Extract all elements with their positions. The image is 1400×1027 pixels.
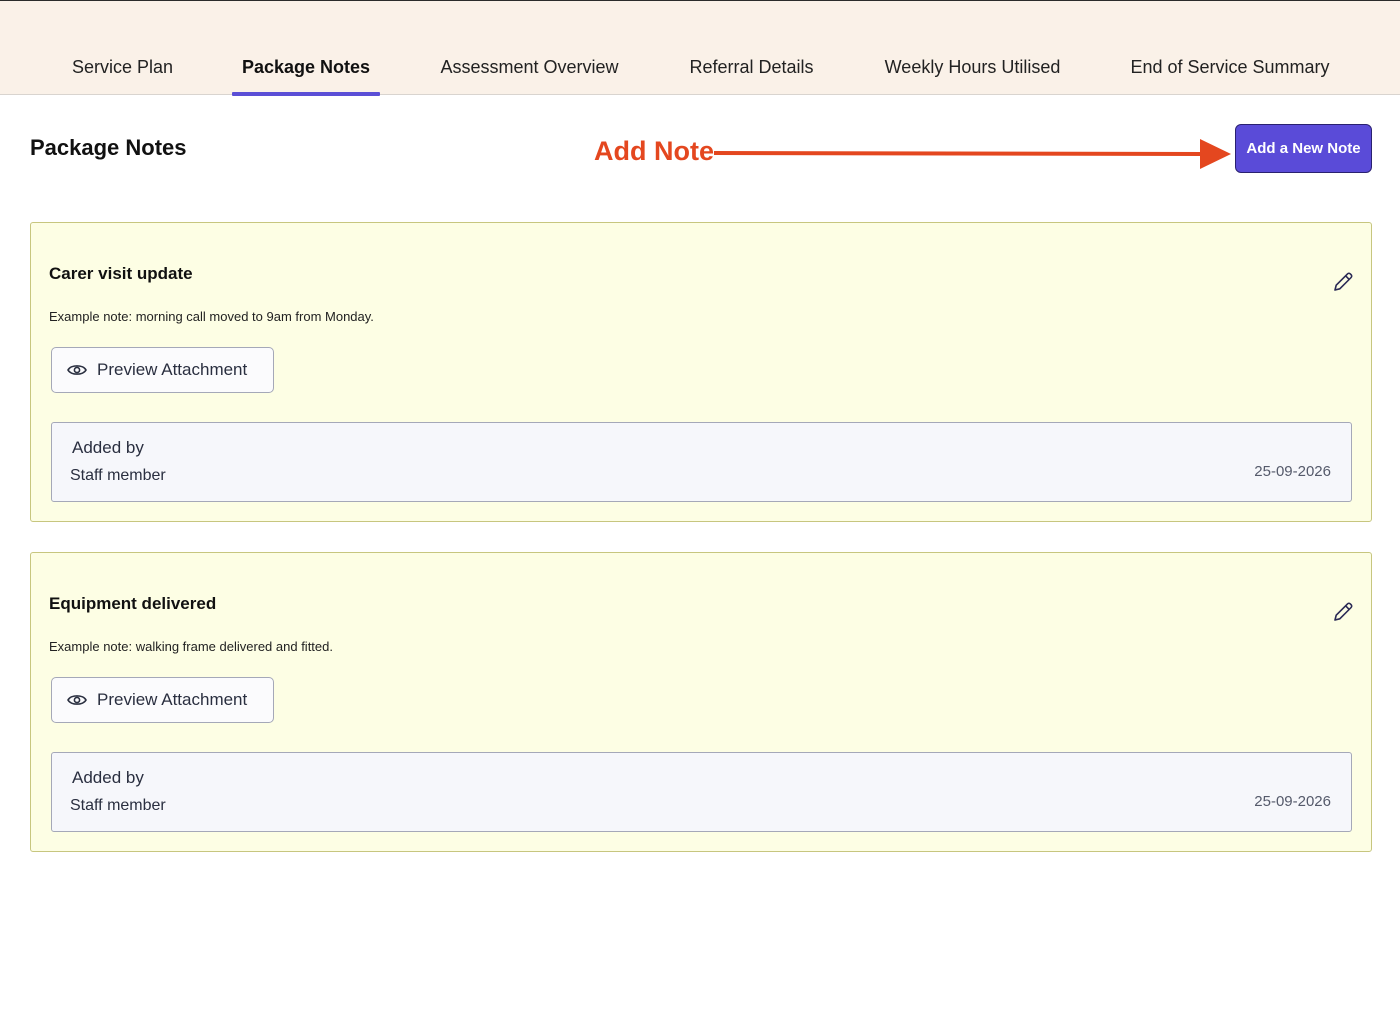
tab-referral-details[interactable]: Referral Details — [689, 57, 814, 95]
tab-assessment-overview[interactable]: Assessment Overview — [440, 57, 619, 95]
note-card: Equipment delivered Example note: walkin… — [30, 552, 1372, 852]
tab-end-of-service-summary[interactable]: End of Service Summary — [1130, 57, 1330, 95]
preview-attachment-label: Preview Attachment — [97, 360, 248, 379]
preview-attachment-button[interactable]: Preview Attachment — [51, 347, 274, 393]
pencil-icon[interactable] — [1332, 601, 1354, 628]
added-by-label: Added by — [72, 438, 144, 457]
tab-package-notes[interactable]: Package Notes — [232, 57, 380, 96]
tab-label: Referral Details — [689, 57, 814, 77]
tab-label: Package Notes — [241, 57, 371, 77]
eye-icon — [67, 693, 87, 707]
note-date: 25-09-2026 — [1254, 463, 1331, 480]
preview-attachment-button[interactable]: Preview Attachment — [51, 677, 274, 723]
top-navigation-bar: Service Plan Package Notes Assessment Ov… — [0, 0, 1400, 96]
tab-label: End of Service Summary — [1130, 57, 1330, 77]
tab-service-plan[interactable]: Service Plan — [71, 57, 174, 95]
note-author: Staff member — [70, 467, 166, 484]
note-card: Carer visit update Example note: morning… — [30, 222, 1372, 522]
eye-icon — [67, 363, 87, 377]
tab-weekly-hours-utilised[interactable]: Weekly Hours Utilised — [884, 57, 1061, 95]
preview-attachment-label: Preview Attachment — [97, 690, 248, 709]
note-author: Staff member — [70, 797, 166, 814]
annotation-label: Add Note — [594, 136, 714, 166]
note-date: 25-09-2026 — [1254, 793, 1331, 810]
tab-list: Service Plan Package Notes Assessment Ov… — [0, 1, 1400, 96]
pencil-icon[interactable] — [1332, 271, 1354, 298]
note-body: Example note: walking frame delivered an… — [49, 639, 333, 654]
note-title: Equipment delivered — [49, 594, 217, 613]
tab-label: Service Plan — [71, 57, 174, 77]
tab-label: Weekly Hours Utilised — [884, 57, 1061, 77]
note-title: Carer visit update — [49, 264, 193, 283]
note-body: Example note: morning call moved to 9am … — [49, 309, 374, 324]
note-meta: Added by Staff member 25-09-2026 — [51, 752, 1352, 832]
arrow-right-icon — [714, 139, 1231, 169]
page-title: Package Notes — [30, 135, 187, 160]
tab-label: Assessment Overview — [440, 57, 619, 77]
add-new-note-button[interactable]: Add a New Note — [1235, 124, 1372, 173]
added-by-label: Added by — [72, 768, 144, 787]
note-meta: Added by Staff member 25-09-2026 — [51, 422, 1352, 502]
